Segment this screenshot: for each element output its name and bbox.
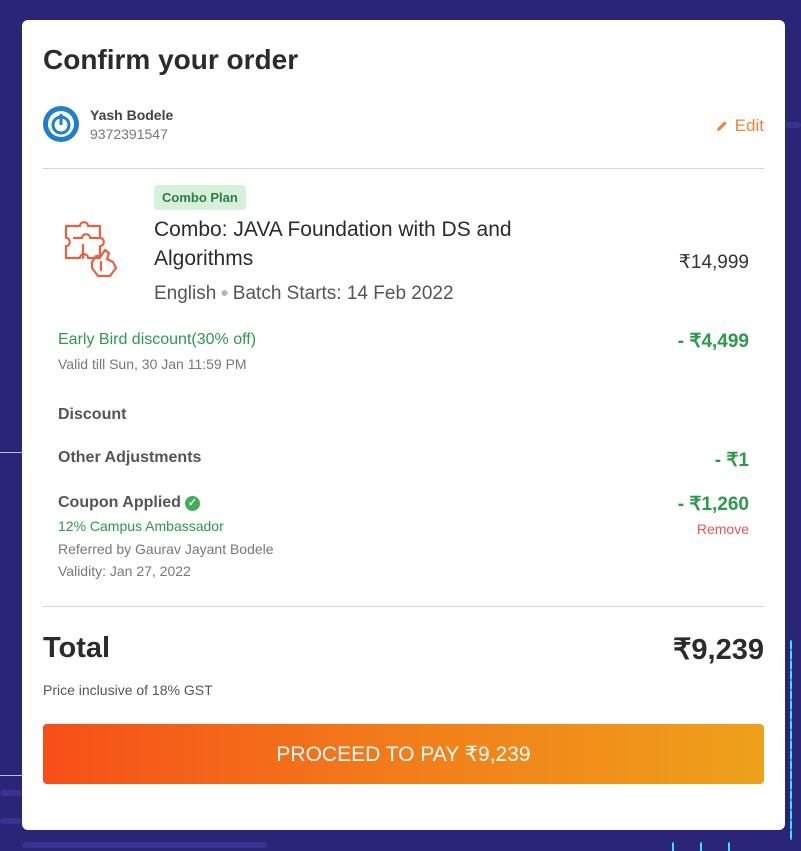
early-bird-label: Early Bird discount(30% off) (58, 331, 257, 348)
background-bar (22, 842, 267, 848)
check-circle-icon: ✓ (184, 496, 200, 511)
order-card: Confirm your order Yash Bodele 937239154… (22, 20, 785, 830)
course-title: Combo: JAVA Foundation with DS and Algor… (154, 218, 512, 270)
user-phone: 9372391547 (90, 126, 168, 142)
user-avatar-icon (43, 106, 79, 142)
background-bar (0, 818, 22, 824)
coupon-referrer: Referred by Gaurav Jayant Bodele (58, 541, 274, 557)
coupon-label: Coupon Applied (58, 494, 181, 511)
background-bar (785, 122, 801, 128)
user-name: Yash Bodele (90, 107, 174, 123)
background-line (0, 775, 22, 776)
coupon-name: 12% Campus Ambassador (58, 518, 224, 534)
batch-prefix: Batch (232, 283, 282, 304)
course-meta: English ● Batch Starts: 14 Feb 2022 (154, 283, 454, 305)
starts-label: Starts: (286, 283, 342, 304)
remove-coupon-link[interactable]: Remove (697, 521, 749, 537)
divider (43, 168, 764, 169)
edit-label: Edit (734, 116, 764, 135)
coupon-applied: Coupon Applied ✓ (58, 494, 200, 512)
adjustments-amount: - ₹1 (714, 450, 749, 471)
background-dots (672, 842, 674, 851)
gst-note: Price inclusive of 18% GST (43, 682, 213, 698)
puzzle-icon (64, 221, 118, 278)
background-bar (0, 790, 22, 796)
total-label: Total (43, 632, 111, 664)
divider (43, 606, 764, 607)
early-bird-amount: - ₹4,499 (677, 331, 749, 352)
pencil-icon (716, 121, 727, 131)
plan-badge: Combo Plan (154, 185, 246, 210)
discount-label: Discount (58, 406, 127, 423)
course-language: English (154, 283, 217, 304)
early-bird-validity: Valid till Sun, 30 Jan 11:59 PM (58, 356, 247, 372)
background-line (0, 452, 22, 453)
total-amount: ₹9,239 (672, 634, 764, 666)
coupon-amount: - ₹1,260 (677, 494, 749, 515)
proceed-to-pay-button[interactable]: PROCEED TO PAY ₹9,239 (43, 724, 764, 784)
background-dots (728, 842, 730, 851)
edit-button[interactable]: Edit (715, 116, 764, 136)
separator-dot: ● (220, 284, 229, 300)
background-dots (700, 842, 702, 851)
page-title: Confirm your order (43, 44, 299, 75)
background-dots (790, 640, 792, 840)
batch-start-date: 14 Feb 2022 (346, 283, 454, 304)
coupon-validity: Validity: Jan 27, 2022 (58, 563, 191, 579)
adjustments-label: Other Adjustments (58, 449, 202, 466)
course-price: ₹14,999 (678, 252, 749, 273)
